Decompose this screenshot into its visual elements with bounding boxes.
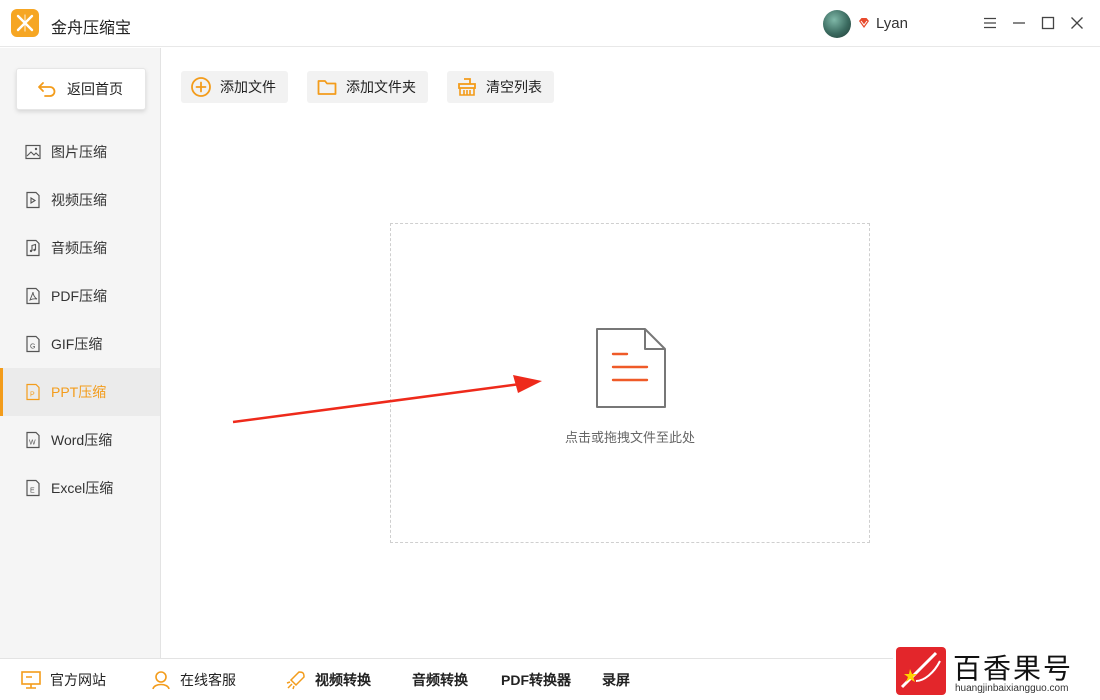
image-icon — [25, 144, 41, 160]
add-folder-label: 添加文件夹 — [346, 79, 416, 95]
vip-diamond-icon — [859, 18, 869, 28]
sidebar-item-audio[interactable]: 音频压缩 — [0, 224, 160, 272]
monitor-icon — [21, 671, 41, 689]
minimize-icon[interactable] — [1008, 12, 1030, 34]
title-bar: 金舟压缩宝 Lyan — [0, 0, 1100, 47]
user-support-icon — [152, 671, 170, 690]
sidebar-item-excel[interactable]: E Excel压缩 — [0, 464, 160, 512]
video-icon — [26, 191, 40, 209]
svg-text:G: G — [30, 344, 35, 351]
sidebar-item-label: 图片压缩 — [51, 144, 107, 160]
document-icon — [596, 328, 666, 408]
app-logo-icon — [11, 9, 39, 37]
folder-icon — [317, 80, 337, 95]
svg-text:E: E — [30, 488, 35, 495]
clear-list-label: 清空列表 — [486, 79, 542, 95]
sidebar-item-ppt[interactable]: P PPT压缩 — [0, 368, 160, 416]
support-label: 在线客服 — [180, 672, 236, 688]
close-icon[interactable] — [1066, 12, 1088, 34]
sidebar-item-gif[interactable]: G GIF压缩 — [0, 320, 160, 368]
file-drop-zone[interactable]: 点击或拖拽文件至此处 — [390, 223, 870, 543]
watermark-url: huangjinbaixiangguo.com — [955, 683, 1069, 694]
username[interactable]: Lyan — [876, 15, 908, 32]
maximize-icon[interactable] — [1037, 12, 1059, 34]
pdf-icon — [26, 287, 40, 305]
word-icon: W — [26, 431, 40, 449]
app-title: 金舟压缩宝 — [51, 20, 132, 37]
sidebar-item-label: Excel压缩 — [51, 480, 114, 496]
watermark: 百香果号 huangjinbaixiangguo.com — [893, 645, 1100, 700]
sidebar-item-label: Word压缩 — [51, 432, 113, 448]
drop-hint-text: 点击或拖拽文件至此处 — [564, 430, 695, 445]
online-support-link[interactable]: 在线客服 — [150, 659, 236, 700]
video-convert-link[interactable]: 视频转换 — [285, 659, 371, 700]
sidebar-item-label: 音频压缩 — [51, 240, 107, 256]
record-label: 录屏 — [602, 672, 630, 688]
audio-convert-label: 音频转换 — [412, 672, 468, 688]
excel-icon: E — [26, 479, 40, 497]
add-file-button[interactable]: 添加文件 — [181, 71, 288, 103]
avatar[interactable] — [823, 10, 851, 38]
sidebar-item-label: PDF压缩 — [51, 288, 107, 304]
sidebar-item-word[interactable]: W Word压缩 — [0, 416, 160, 464]
sidebar-item-label: PPT压缩 — [51, 384, 107, 400]
screen-record-link[interactable]: 录屏 — [602, 659, 630, 700]
back-home-label: 返回首页 — [67, 81, 123, 97]
clear-list-button[interactable]: 清空列表 — [447, 71, 554, 103]
rocket-icon — [286, 671, 305, 690]
audio-icon — [26, 239, 40, 257]
sidebar-item-label: 视频压缩 — [51, 192, 107, 208]
sidebar-item-pdf[interactable]: PDF压缩 — [0, 272, 160, 320]
svg-text:P: P — [30, 392, 35, 399]
sidebar-item-image[interactable]: 图片压缩 — [0, 128, 160, 176]
pdf-convert-link[interactable]: PDF转换器 — [501, 659, 571, 700]
audio-convert-link[interactable]: 音频转换 — [412, 659, 468, 700]
ppt-icon: P — [26, 383, 40, 401]
svg-text:W: W — [29, 440, 36, 447]
broom-icon — [458, 78, 476, 96]
watermark-title: 百香果号 — [953, 652, 1074, 685]
sidebar-item-label: GIF压缩 — [51, 336, 103, 352]
video-convert-label: 视频转换 — [315, 672, 371, 688]
add-file-label: 添加文件 — [220, 79, 276, 95]
add-folder-button[interactable]: 添加文件夹 — [307, 71, 428, 103]
back-arrow-icon — [38, 82, 56, 97]
official-website-link[interactable]: 官方网站 — [20, 659, 106, 700]
watermark-logo-icon — [896, 647, 946, 695]
back-home-button[interactable]: 返回首页 — [16, 68, 146, 110]
menu-icon[interactable] — [979, 12, 1001, 34]
sidebar-item-video[interactable]: 视频压缩 — [0, 176, 160, 224]
plus-circle-icon — [191, 77, 211, 97]
sidebar: 返回首页 图片压缩 视频压缩 音频压缩 PDF压缩 G GIF压缩 P PPT压… — [0, 48, 161, 658]
gif-icon: G — [26, 335, 40, 353]
website-label: 官方网站 — [50, 672, 106, 688]
pdf-convert-label: PDF转换器 — [501, 672, 571, 688]
